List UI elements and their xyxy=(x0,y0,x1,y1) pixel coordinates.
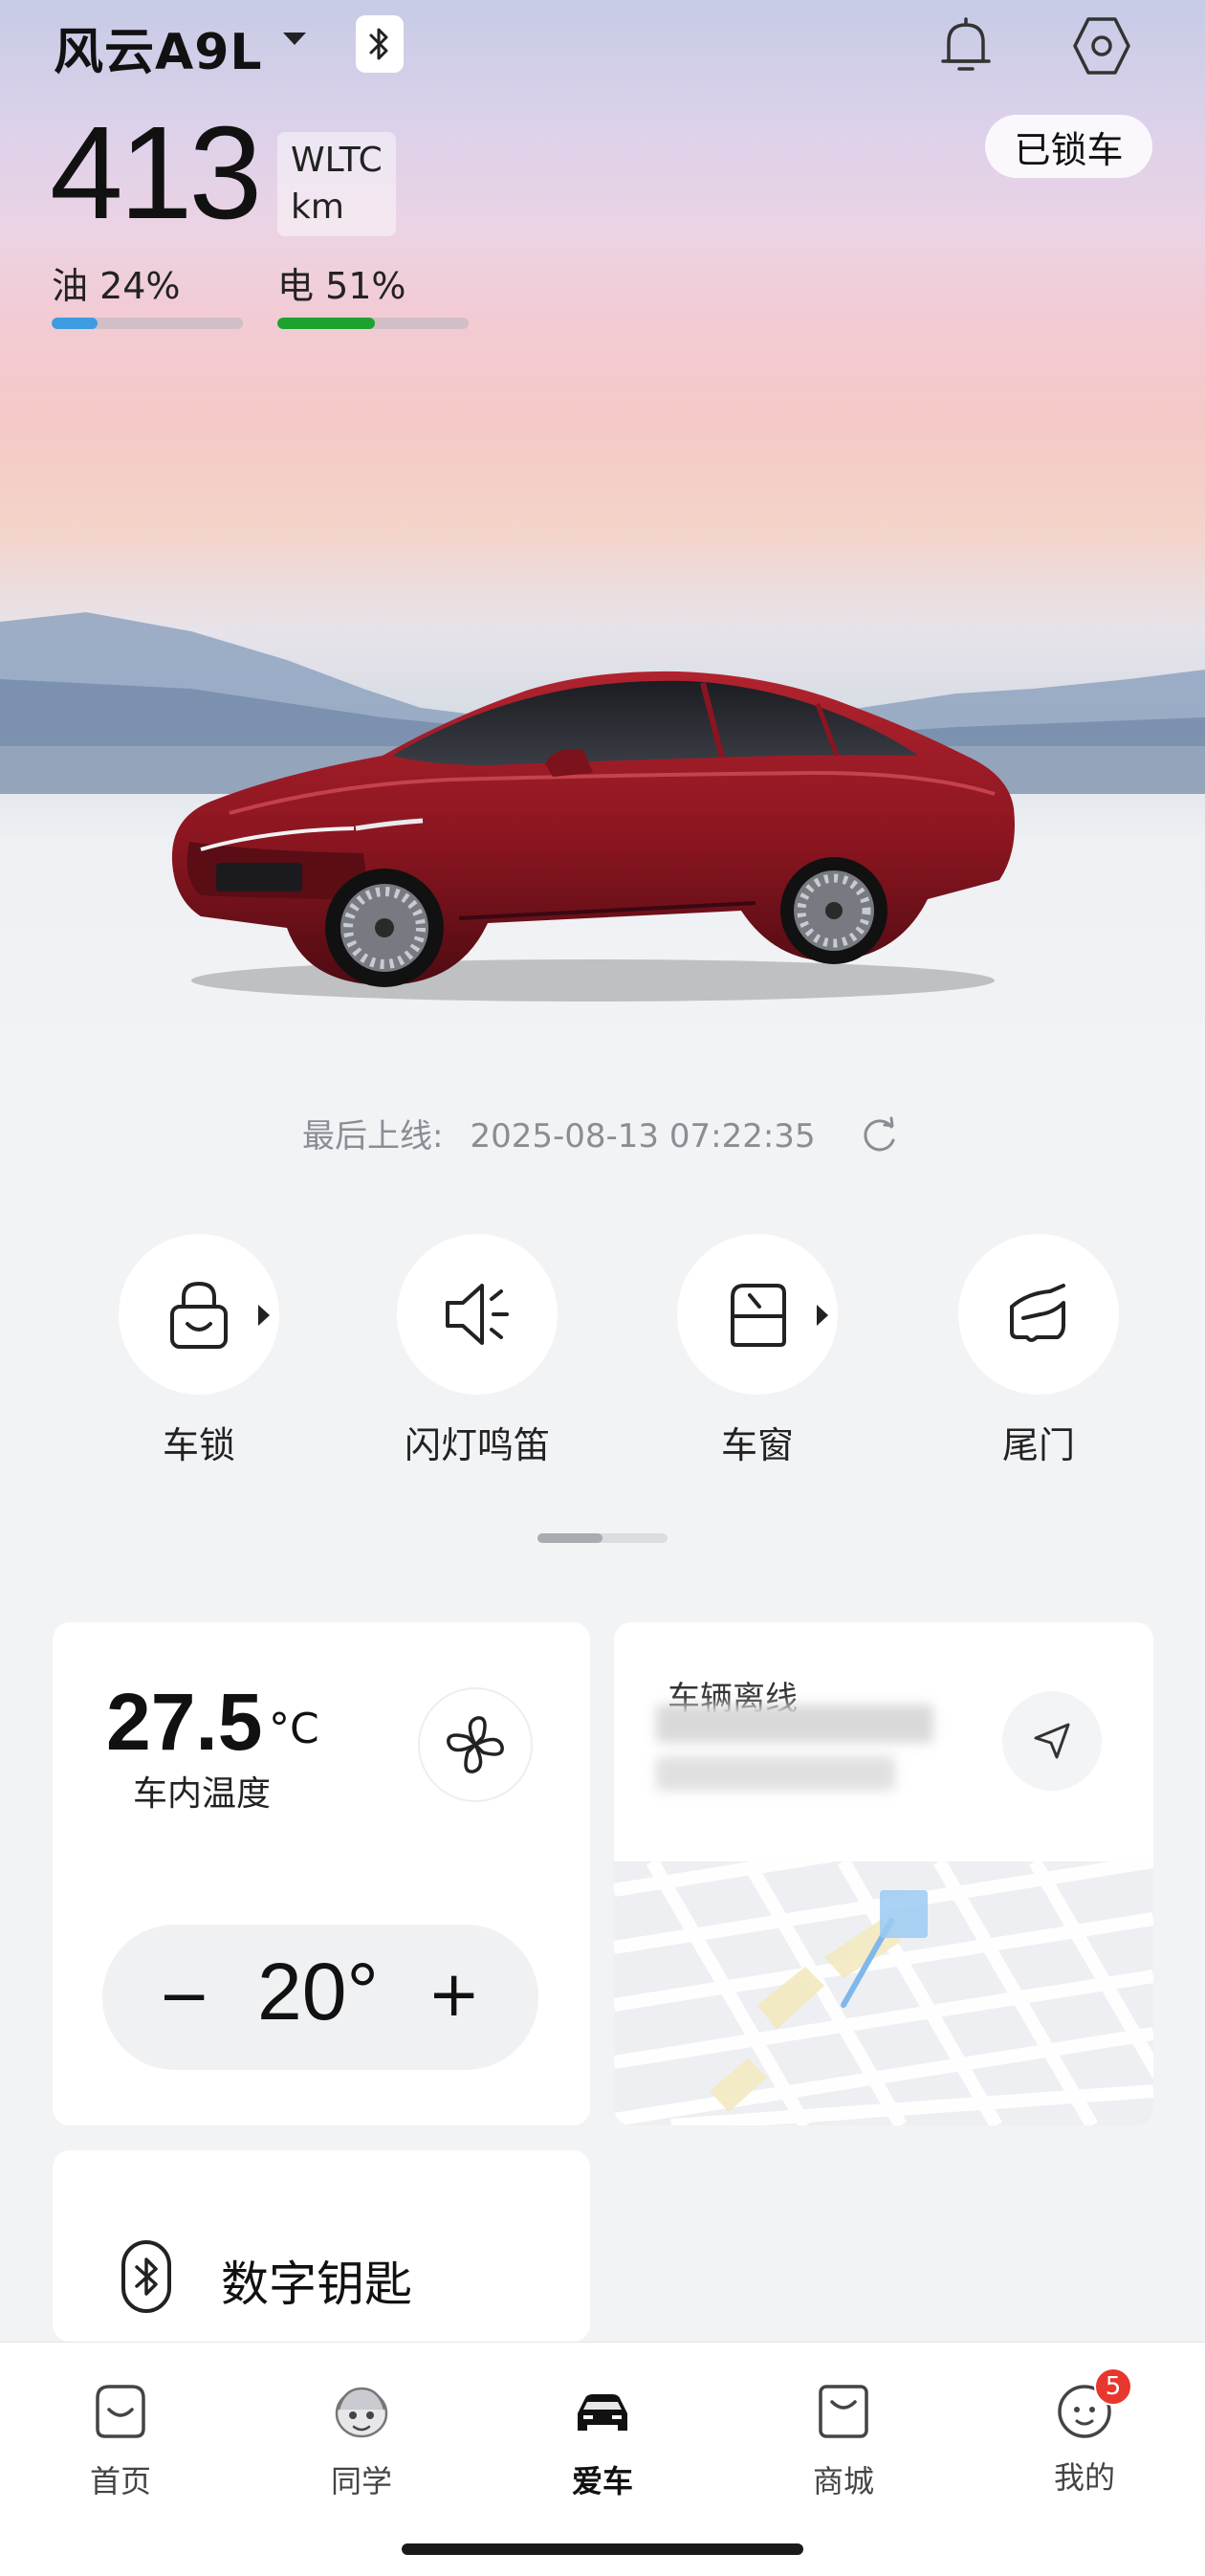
battery-level-bar xyxy=(277,318,469,329)
tab-label: 爱车 xyxy=(571,2463,633,2499)
battery-level-label: 电 51% xyxy=(277,265,406,307)
car-image[interactable] xyxy=(143,612,1062,1014)
tab-community[interactable]: 同学 xyxy=(295,2381,428,2501)
front-wheel xyxy=(325,869,444,987)
lock-action-button[interactable] xyxy=(119,1234,279,1395)
location-map[interactable] xyxy=(614,1861,1153,2125)
community-icon xyxy=(335,2387,388,2438)
range-standard: WLTC xyxy=(291,141,383,180)
digital-key-label: 数字钥匙 xyxy=(221,2257,412,2312)
range-unit: km xyxy=(291,187,344,227)
bluetooth-key-icon xyxy=(121,2240,171,2313)
chevron-down-icon[interactable] xyxy=(283,33,306,45)
range-value: 413 xyxy=(50,99,262,247)
tab-label: 我的 xyxy=(1053,2459,1115,2496)
tab-label: 同学 xyxy=(330,2463,392,2499)
home-icon xyxy=(96,2385,145,2438)
cabin-temperature: 27.5 xyxy=(106,1677,263,1767)
refresh-icon[interactable] xyxy=(857,1113,901,1157)
profile-icon-wrap: 5 xyxy=(1054,2367,1132,2442)
vehicle-location-card[interactable]: 车辆离线 xyxy=(614,1622,1153,2125)
horn-light-icon xyxy=(446,1284,509,1345)
bluetooth-icon xyxy=(369,28,388,60)
tab-label: 首页 xyxy=(89,2463,151,2499)
tab-label: 商城 xyxy=(812,2463,874,2499)
digital-key-card[interactable]: 数字钥匙 xyxy=(53,2150,590,2342)
car-model-selector[interactable]: 风云A9L xyxy=(54,11,263,83)
last-online-status: 最后上线: 2025-08-13 07:22:35 xyxy=(302,1110,816,1156)
flash-horn-action[interactable]: 闪灯鸣笛 xyxy=(397,1234,558,1468)
expand-arrow-icon xyxy=(817,1305,828,1326)
home-indicator xyxy=(402,2543,803,2555)
shop-icon xyxy=(819,2385,868,2438)
bottom-tab-bar: 首页 同学 爱车 商城 5 我的 xyxy=(0,2342,1205,2576)
last-online-label: 最后上线: xyxy=(302,1117,444,1156)
fan-icon xyxy=(447,1716,504,1773)
notification-badge: 5 xyxy=(1094,2367,1132,2406)
tailgate-action-label: 尾门 xyxy=(1001,1424,1075,1466)
tailgate-action[interactable]: 尾门 xyxy=(958,1234,1119,1468)
fuel-level-fill xyxy=(52,318,98,329)
rear-wheel xyxy=(780,857,887,964)
lock-action-label: 车锁 xyxy=(162,1424,235,1466)
page-indicator-active xyxy=(537,1533,602,1543)
temperature-increase-button[interactable]: + xyxy=(427,1957,480,2031)
window-action-button[interactable] xyxy=(677,1234,838,1395)
tailgate-action-button[interactable] xyxy=(958,1234,1119,1395)
car-icon xyxy=(578,2394,627,2431)
flash-horn-action-label: 闪灯鸣笛 xyxy=(404,1424,550,1466)
tab-shop[interactable]: 商城 xyxy=(777,2381,910,2501)
tab-profile[interactable]: 5 我的 xyxy=(1018,2367,1151,2498)
lock-status-badge[interactable]: 已锁车 xyxy=(985,115,1152,178)
expand-arrow-icon xyxy=(258,1305,270,1326)
climate-card[interactable]: 27.5 °C 车内温度 − 20° + xyxy=(53,1622,590,2125)
window-action[interactable]: 车窗 xyxy=(677,1234,838,1468)
temperature-decrease-button[interactable]: − xyxy=(158,1959,210,2033)
battery-level-fill xyxy=(277,318,375,329)
lock-icon xyxy=(170,1281,228,1349)
settings-icon[interactable] xyxy=(1063,8,1140,84)
fuel-level-bar xyxy=(52,318,243,329)
temperature-stepper: − 20° + xyxy=(102,1925,538,2070)
tab-my-car[interactable]: 爱车 xyxy=(536,2381,669,2501)
fuel-level-label: 油 24% xyxy=(52,265,181,307)
fan-button[interactable] xyxy=(418,1687,533,1802)
tailgate-icon xyxy=(1010,1284,1065,1342)
redacted-address-line xyxy=(656,1756,895,1791)
window-action-label: 车窗 xyxy=(720,1424,794,1466)
location-header: 车辆离线 xyxy=(614,1622,1153,1861)
lock-action[interactable]: 车锁 xyxy=(119,1234,279,1468)
last-online-time: 2025-08-13 07:22:35 xyxy=(470,1117,816,1156)
temperature-setpoint: 20° xyxy=(257,1947,380,2037)
temperature-unit: °C xyxy=(269,1705,319,1753)
bluetooth-status-chip[interactable] xyxy=(356,15,404,73)
page-indicator xyxy=(537,1533,668,1543)
flash-horn-action-button[interactable] xyxy=(397,1234,558,1395)
navigation-arrow-icon xyxy=(1034,1723,1070,1759)
redacted-address xyxy=(656,1705,933,1743)
tab-home[interactable]: 首页 xyxy=(54,2381,187,2501)
bell-icon[interactable] xyxy=(928,8,1004,84)
navigate-button[interactable] xyxy=(1002,1691,1102,1791)
window-icon xyxy=(731,1284,786,1347)
cabin-temperature-label: 车内温度 xyxy=(133,1774,272,1814)
hero-section: 风云A9L 413 WLTC km 已锁车 油 24% 电 51% xyxy=(0,0,1205,1052)
range-unit-box: WLTC km xyxy=(277,132,396,237)
